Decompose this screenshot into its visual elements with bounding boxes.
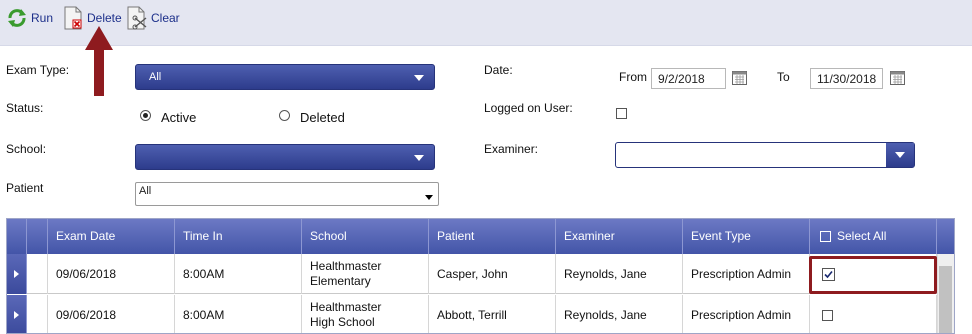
examiner-dropdown-button[interactable]: [886, 143, 914, 167]
exam-type-dropdown[interactable]: All: [135, 64, 435, 90]
toolbar: Run Delete Clear: [0, 0, 972, 46]
refresh-icon: [8, 9, 26, 27]
table-row[interactable]: 09/06/2018 8:00AM Healthmaster High Scho…: [7, 295, 939, 333]
scrollbar-thumb[interactable]: [939, 266, 952, 333]
cell-event-type: Prescription Admin: [683, 295, 810, 333]
cell-school: Healthmaster Elementary: [302, 254, 429, 294]
cell-event-type: Prescription Admin: [683, 254, 810, 294]
to-date-input[interactable]: 11/30/2018: [810, 68, 883, 89]
cell-time-in: 8:00AM: [175, 295, 302, 333]
status-deleted-label: Deleted: [300, 110, 345, 125]
logged-on-user-checkbox[interactable]: [616, 108, 627, 119]
status-deleted-radio[interactable]: [279, 110, 290, 121]
run-button[interactable]: Run: [6, 6, 53, 30]
chevron-down-icon: [895, 152, 905, 158]
status-active-label: Active: [161, 110, 197, 125]
highlight-annotation: [809, 256, 937, 294]
header-examiner[interactable]: Examiner: [556, 219, 683, 254]
cell-patient: Abbott, Terrill: [429, 295, 556, 333]
red-arrow-annotation: [85, 26, 113, 96]
exam-type-value: All: [149, 71, 162, 83]
cell-exam-date: 09/06/2018: [48, 254, 175, 294]
cell-school: Healthmaster High School: [302, 295, 429, 333]
row-blank-cell: [27, 295, 48, 333]
examiner-dropdown[interactable]: [615, 142, 915, 168]
date-label: Date:: [484, 63, 513, 77]
chevron-down-icon: [414, 155, 424, 161]
from-date-input[interactable]: 9/2/2018: [651, 68, 726, 89]
row-select-checkbox[interactable]: [822, 309, 833, 321]
cell-patient: Casper, John: [429, 254, 556, 294]
expand-arrow-icon[interactable]: [7, 295, 27, 333]
select-all-label: Select All: [837, 229, 887, 243]
header-select-all[interactable]: Select All: [810, 219, 937, 254]
exam-type-label: Exam Type:: [6, 63, 70, 77]
logged-on-user-label: Logged on User:: [484, 101, 573, 115]
calendar-icon[interactable]: [732, 71, 747, 85]
status-active-radio[interactable]: [140, 110, 151, 121]
chevron-down-icon: [414, 75, 424, 81]
from-label: From: [619, 70, 647, 84]
select-all-checkbox[interactable]: [820, 231, 831, 243]
header-school[interactable]: School: [302, 219, 429, 254]
school-dropdown[interactable]: [135, 144, 435, 170]
grid-scrollbar[interactable]: [937, 254, 954, 333]
header-event-type[interactable]: Event Type: [683, 219, 810, 254]
calendar-icon[interactable]: [890, 71, 905, 85]
status-label: Status:: [6, 101, 44, 115]
school-label: School:: [6, 142, 47, 156]
header-exam-date[interactable]: Exam Date: [48, 219, 175, 254]
cell-examiner: Reynolds, Jane: [556, 254, 683, 294]
delete-label: Delete: [87, 11, 122, 25]
examiner-label: Examiner:: [484, 142, 539, 156]
cell-time-in: 8:00AM: [175, 254, 302, 294]
header-time-in[interactable]: Time In: [175, 219, 302, 254]
cell-select: [810, 295, 937, 333]
header-blank-col: [27, 219, 48, 254]
patient-value: All: [139, 185, 152, 197]
header-patient[interactable]: Patient: [429, 219, 556, 254]
clear-label: Clear: [151, 11, 180, 25]
expand-arrow-icon[interactable]: [7, 254, 27, 294]
cell-examiner: Reynolds, Jane: [556, 295, 683, 333]
grid-header: Exam Date Time In School Patient Examine…: [7, 219, 954, 254]
patient-select[interactable]: All: [135, 182, 439, 206]
header-expander-col: [7, 219, 27, 254]
delete-document-icon: [64, 6, 82, 30]
cell-exam-date: 09/06/2018: [48, 295, 175, 333]
table-row[interactable]: 09/06/2018 8:00AM Healthmaster Elementar…: [7, 254, 939, 294]
row-blank-cell: [27, 254, 48, 294]
patient-label: Patient: [6, 181, 44, 195]
run-label: Run: [31, 11, 54, 25]
clear-icon: [127, 6, 147, 30]
to-label: To: [777, 70, 790, 84]
clear-button[interactable]: Clear: [126, 6, 180, 30]
chevron-down-icon: [425, 195, 433, 200]
